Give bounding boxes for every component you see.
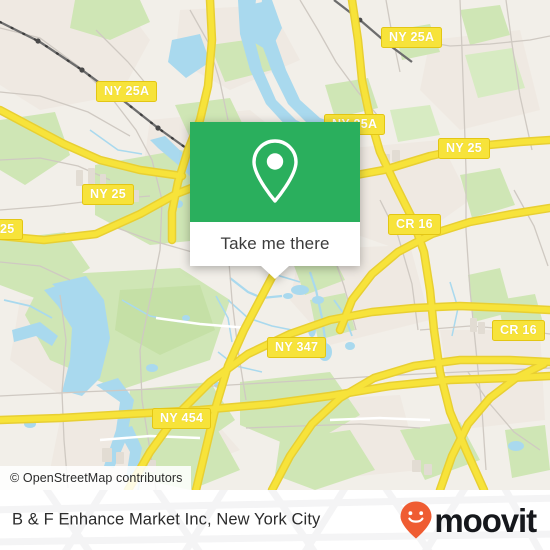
shield-cr16-lower: CR 16	[492, 320, 545, 341]
shield-25-edge: 25	[0, 219, 23, 240]
map-pin-icon	[252, 139, 298, 203]
shield-ny25-left: NY 25	[82, 184, 135, 205]
take-me-there-label: Take me there	[220, 234, 330, 253]
shield-cr16-upper: CR 16	[388, 214, 441, 235]
shield-ny25-right: NY 25	[438, 138, 491, 159]
callout-pin-panel	[190, 122, 360, 222]
moovit-map-page: NY 25ANY 25ANY 25ANY 25NY 2525CR 16CR 16…	[0, 0, 550, 550]
osm-attribution[interactable]: © OpenStreetMap contributors	[0, 466, 191, 490]
callout-action-panel[interactable]: Take me there	[190, 222, 360, 279]
moovit-wordmark: moovit	[434, 501, 537, 539]
callout-tail	[261, 266, 289, 279]
map-callout-popup[interactable]: Take me there	[190, 122, 360, 279]
shield-ny347: NY 347	[267, 337, 327, 358]
moovit-pin-icon	[400, 501, 432, 539]
moovit-logo[interactable]: moovit	[399, 500, 537, 540]
shield-ny454: NY 454	[152, 408, 212, 429]
shield-ny25a-top-right: NY 25A	[381, 27, 443, 48]
shield-ny25a-top-left: NY 25A	[96, 81, 158, 102]
footer-bar: B & F Enhance Market Inc, New York City …	[0, 490, 550, 550]
page-title: B & F Enhance Market Inc, New York City	[12, 510, 321, 529]
